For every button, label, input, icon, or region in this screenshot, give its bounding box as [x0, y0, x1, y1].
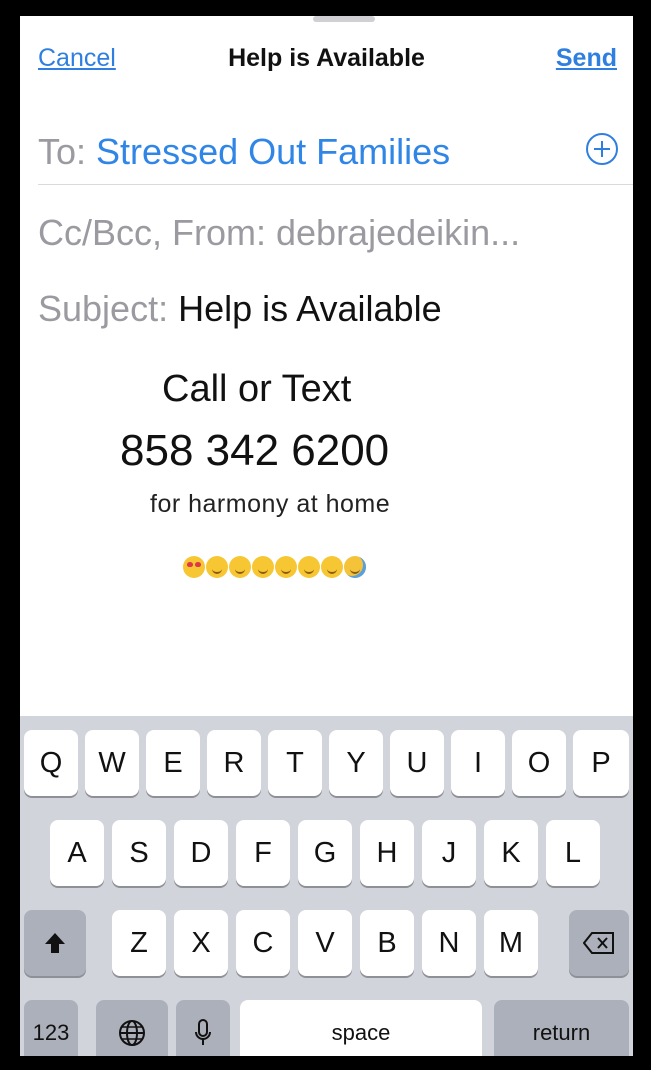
key-e[interactable]: E	[146, 730, 200, 796]
mail-compose-screen: Help is Available Cancel Send To: Stress…	[20, 16, 633, 1056]
key-r[interactable]: R	[207, 730, 261, 796]
to-label: To:	[38, 131, 87, 172]
key-h[interactable]: H	[360, 820, 414, 886]
device-frame: Help is Available Cancel Send To: Stress…	[0, 0, 651, 1070]
globe-icon	[119, 1020, 145, 1046]
keyboard: Q W E R T Y U I O P A S D F G H J K L Z …	[20, 716, 633, 1056]
compose-navbar: Help is Available Cancel Send	[20, 34, 633, 84]
key-y[interactable]: Y	[329, 730, 383, 796]
key-u[interactable]: U	[390, 730, 444, 796]
key-s[interactable]: S	[112, 820, 166, 886]
subject-value[interactable]: Help is Available	[178, 288, 442, 329]
body-line-harmony: for harmony at home	[150, 490, 391, 518]
sheet-grabber[interactable]	[313, 16, 375, 22]
key-b[interactable]: B	[360, 910, 414, 976]
heart-eyes-emoji-icon	[183, 556, 205, 578]
smile-emoji-icon	[206, 556, 228, 578]
delete-key[interactable]	[569, 910, 629, 976]
key-v[interactable]: V	[298, 910, 352, 976]
key-o[interactable]: O	[512, 730, 566, 796]
key-g[interactable]: G	[298, 820, 352, 886]
shift-icon	[45, 933, 65, 953]
to-recipient[interactable]: Stressed Out Families	[96, 131, 450, 172]
key-m[interactable]: M	[484, 910, 538, 976]
space-key[interactable]: space	[240, 1000, 482, 1056]
key-l[interactable]: L	[546, 820, 600, 886]
microphone-icon	[195, 1019, 211, 1045]
subject-label: Subject:	[38, 288, 169, 329]
numbers-key[interactable]: 123	[24, 1000, 78, 1056]
key-f[interactable]: F	[236, 820, 290, 886]
smile-emoji-icon	[298, 556, 320, 578]
sweat-smile-emoji-icon	[344, 556, 366, 578]
emoji-row	[183, 556, 366, 578]
body-line-phone-number: 858 342 6200	[120, 426, 390, 475]
key-i[interactable]: I	[451, 730, 505, 796]
add-contact-icon[interactable]	[585, 132, 619, 166]
key-c[interactable]: C	[236, 910, 290, 976]
key-q[interactable]: Q	[24, 730, 78, 796]
key-z[interactable]: Z	[112, 910, 166, 976]
to-field[interactable]: To: Stressed Out Families	[38, 131, 450, 173]
globe-key[interactable]	[96, 1000, 168, 1056]
to-divider	[38, 184, 633, 185]
shift-key[interactable]	[24, 910, 86, 976]
send-button[interactable]: Send	[556, 44, 617, 73]
smile-emoji-icon	[229, 556, 251, 578]
return-key[interactable]: return	[494, 1000, 629, 1056]
key-k[interactable]: K	[484, 820, 538, 886]
body-line-call-or-text: Call or Text	[162, 368, 352, 410]
subject-field[interactable]: Subject: Help is Available	[38, 288, 442, 330]
key-p[interactable]: P	[573, 730, 629, 796]
dictation-key[interactable]	[176, 1000, 230, 1056]
key-t[interactable]: T	[268, 730, 322, 796]
key-d[interactable]: D	[174, 820, 228, 886]
cancel-button[interactable]: Cancel	[38, 44, 116, 73]
smile-emoji-icon	[275, 556, 297, 578]
key-n[interactable]: N	[422, 910, 476, 976]
backspace-icon	[583, 932, 614, 954]
key-j[interactable]: J	[422, 820, 476, 886]
cc-bcc-from-field[interactable]: Cc/Bcc, From: debrajedeikin...	[38, 212, 520, 254]
smile-emoji-icon	[321, 556, 343, 578]
key-w[interactable]: W	[85, 730, 139, 796]
key-a[interactable]: A	[50, 820, 104, 886]
smile-emoji-icon	[252, 556, 274, 578]
key-x[interactable]: X	[174, 910, 228, 976]
